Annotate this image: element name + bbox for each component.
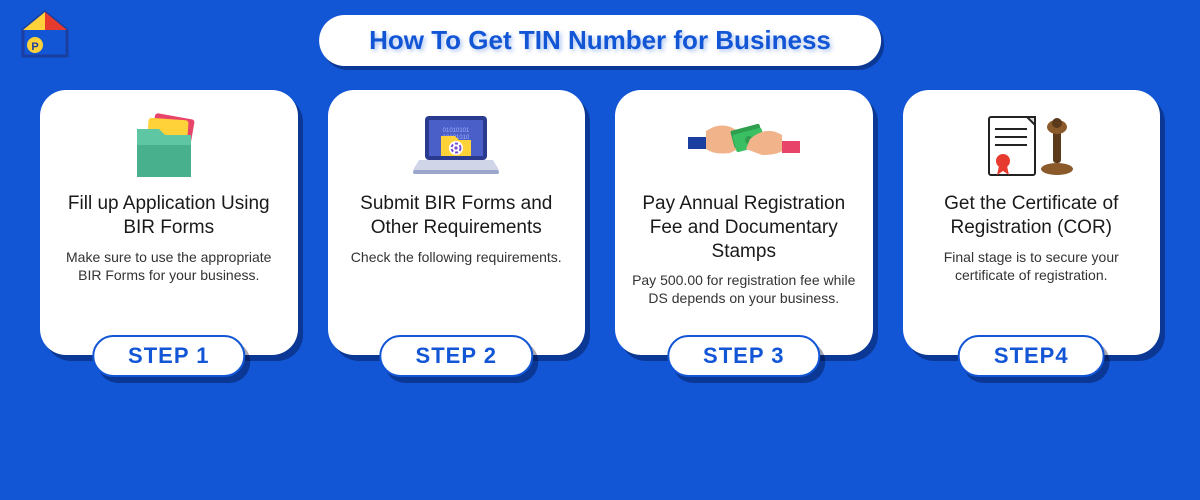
page-title: How To Get TIN Number for Business bbox=[369, 25, 831, 56]
step-label: STEP 1 bbox=[128, 343, 209, 368]
step-card-4: Get the Certificate of Registration (COR… bbox=[903, 90, 1161, 355]
step-card-3: Pay Annual Registration Fee and Document… bbox=[615, 90, 873, 355]
laptop-icon: 01010101 10101010 bbox=[344, 108, 570, 186]
svg-text:P: P bbox=[31, 41, 38, 53]
step-badge-1: STEP 1 bbox=[92, 335, 245, 377]
step-badge-3: STEP 3 bbox=[667, 335, 820, 377]
folder-icon bbox=[56, 108, 282, 186]
step-desc: Final stage is to secure your certificat… bbox=[919, 248, 1145, 284]
step-badge-4: STEP4 bbox=[958, 335, 1105, 377]
steps-row: Fill up Application Using BIR Forms Make… bbox=[40, 90, 1160, 355]
step-label: STEP 3 bbox=[703, 343, 784, 368]
step-card-2: 01010101 10101010 Submit BIR Forms and O… bbox=[328, 90, 586, 355]
step-heading: Submit BIR Forms and Other Requirements bbox=[344, 192, 570, 240]
step-card-1: Fill up Application Using BIR Forms Make… bbox=[40, 90, 298, 355]
step-heading: Fill up Application Using BIR Forms bbox=[56, 192, 282, 240]
step-desc: Pay 500.00 for registration fee while DS… bbox=[631, 271, 857, 307]
step-label: STEP4 bbox=[994, 343, 1069, 368]
step-heading: Get the Certificate of Registration (COR… bbox=[919, 192, 1145, 240]
payment-icon bbox=[631, 108, 857, 186]
step-desc: Check the following requirements. bbox=[344, 248, 570, 266]
step-label: STEP 2 bbox=[416, 343, 497, 368]
step-desc: Make sure to use the appropriate BIR For… bbox=[56, 248, 282, 284]
certificate-icon bbox=[919, 108, 1145, 186]
svg-text:01010101: 01010101 bbox=[443, 128, 470, 134]
brand-logo: P bbox=[15, 10, 75, 65]
page-title-pill: How To Get TIN Number for Business bbox=[319, 15, 881, 66]
step-badge-2: STEP 2 bbox=[380, 335, 533, 377]
step-heading: Pay Annual Registration Fee and Document… bbox=[631, 192, 857, 263]
